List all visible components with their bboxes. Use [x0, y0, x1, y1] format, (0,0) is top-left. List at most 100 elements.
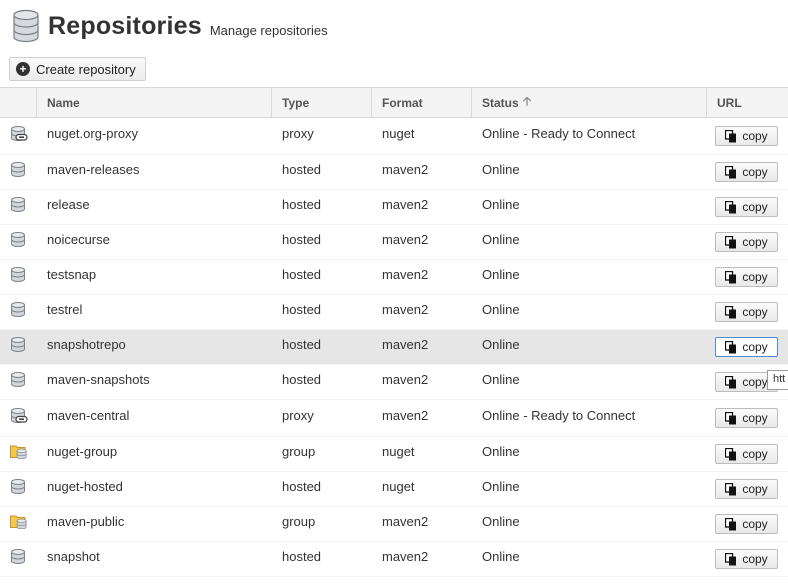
page-header: Repositories Manage repositories [12, 6, 328, 46]
repository-status: Online [482, 302, 520, 317]
proxy-repository-icon [10, 407, 28, 426]
plus-circle-icon: + [16, 62, 30, 76]
copy-label: copy [742, 129, 768, 143]
repository-name: nuget.org-proxy [47, 126, 139, 141]
repository-type: hosted [282, 302, 322, 317]
copy-url-button[interactable]: copy [715, 408, 778, 428]
copy-icon [725, 235, 737, 248]
copy-url-button[interactable]: copy [715, 302, 778, 322]
repository-type: group [282, 444, 316, 459]
copy-url-button[interactable]: copy [715, 126, 778, 146]
copy-label: copy [742, 482, 768, 496]
copy-icon [725, 305, 737, 318]
repository-type: hosted [282, 267, 322, 282]
repository-format: maven2 [382, 372, 429, 387]
column-header-format[interactable]: Format [372, 88, 472, 117]
repository-type-icon-cell [0, 400, 37, 436]
repository-type-icon-cell [0, 330, 37, 364]
header-icon-column [0, 88, 37, 117]
repository-status: Online [482, 337, 520, 352]
repository-type: proxy [282, 126, 314, 141]
copy-url-button[interactable]: copy [715, 337, 778, 357]
repository-type: proxy [282, 408, 314, 423]
copy-label: copy [742, 340, 768, 354]
repository-type-icon-cell [0, 190, 37, 224]
repository-format: maven2 [382, 162, 429, 177]
column-header-name[interactable]: Name [37, 88, 272, 117]
repository-url-cell: copy [707, 507, 788, 541]
repository-format: maven2 [382, 514, 429, 529]
repository-url-cell: copy [707, 155, 788, 189]
copy-url-button[interactable]: copy [715, 549, 778, 569]
hosted-repository-icon [10, 161, 26, 180]
repository-type: hosted [282, 232, 322, 247]
table-row[interactable]: nuget-hosted hosted nuget Online copy [0, 472, 788, 507]
table-row[interactable]: maven-releases hosted maven2 Online copy [0, 155, 788, 190]
column-header-url[interactable]: URL [707, 88, 788, 117]
repository-name: maven-snapshots [47, 372, 150, 387]
repository-status: Online - Ready to Connect [482, 408, 636, 423]
repository-name: nuget-hosted [47, 479, 123, 494]
column-header-status[interactable]: Status 🡡 [472, 88, 707, 117]
repository-format: maven2 [382, 267, 429, 282]
repository-type-icon-cell [0, 155, 37, 189]
copy-url-button[interactable]: copy [715, 267, 778, 287]
copy-label: copy [742, 375, 768, 389]
create-repository-button[interactable]: + Create repository [9, 57, 146, 81]
table-row[interactable]: maven-public group maven2 Online copy [0, 507, 788, 542]
hosted-repository-icon [10, 231, 26, 250]
repository-type-icon-cell [0, 260, 37, 294]
table-row[interactable]: nuget.org-proxy proxy nuget Online - Ready … [0, 118, 788, 155]
table-row[interactable]: maven-central proxy maven2 Online - Ready t… [0, 400, 788, 437]
table-row[interactable]: release hosted maven2 Online copy [0, 190, 788, 225]
copy-url-button[interactable]: copy [715, 444, 778, 464]
repository-status: Online - Ready to Connect [482, 126, 636, 141]
repository-name: maven-releases [47, 162, 140, 177]
repository-status: Online [482, 232, 520, 247]
copy-url-button[interactable]: copy [715, 232, 778, 252]
page-subtitle: Manage repositories [209, 22, 328, 38]
copy-icon [725, 270, 737, 283]
repository-name: nuget-group [47, 444, 118, 459]
repository-url-cell: copy [707, 472, 788, 506]
repository-name: snapshotrepo [47, 337, 126, 352]
repository-status: Online [482, 444, 520, 459]
repository-format: maven2 [382, 337, 429, 352]
repository-name: testrel [47, 302, 83, 317]
repository-type: group [282, 514, 316, 529]
copy-label: copy [742, 411, 768, 425]
table-row[interactable]: testsnap hosted maven2 Online copy [0, 260, 788, 295]
copy-label: copy [742, 270, 768, 284]
table-row[interactable]: snapshotrepo hosted maven2 Online copy [0, 330, 788, 365]
repository-type-icon-cell [0, 542, 37, 576]
repository-type-icon-cell [0, 295, 37, 329]
repository-format: maven2 [382, 232, 429, 247]
repository-type: hosted [282, 479, 322, 494]
repository-type-icon-cell [0, 437, 37, 471]
copy-icon [725, 200, 737, 213]
copy-icon [725, 517, 737, 530]
table-row[interactable]: noicecurse hosted maven2 Online copy [0, 225, 788, 260]
copy-label: copy [742, 200, 768, 214]
copy-url-button[interactable]: copy [715, 197, 778, 217]
repository-status: Online [482, 514, 520, 529]
repository-status: Online [482, 197, 520, 212]
repository-type: hosted [282, 549, 322, 564]
table-row[interactable]: testrel hosted maven2 Online copy [0, 295, 788, 330]
table-row[interactable]: snapshot hosted maven2 Online copy [0, 542, 788, 577]
copy-label: copy [742, 447, 768, 461]
table-row[interactable]: nuget-group group nuget Online copy [0, 437, 788, 472]
repository-url-cell: copy [707, 118, 788, 154]
repository-type: hosted [282, 372, 322, 387]
repository-format: nuget [382, 479, 415, 494]
create-repository-label: Create repository [36, 61, 136, 77]
repository-format: nuget [382, 126, 415, 141]
group-repository-icon [10, 513, 28, 532]
table-row[interactable]: maven-snapshots hosted maven2 Online copy [0, 365, 788, 400]
copy-url-button[interactable]: copy [715, 162, 778, 182]
page-title: Repositories [48, 11, 202, 40]
column-header-type[interactable]: Type [272, 88, 372, 117]
copy-url-button[interactable]: copy [715, 479, 778, 499]
hosted-repository-icon [10, 266, 26, 285]
copy-url-button[interactable]: copy [715, 514, 778, 534]
